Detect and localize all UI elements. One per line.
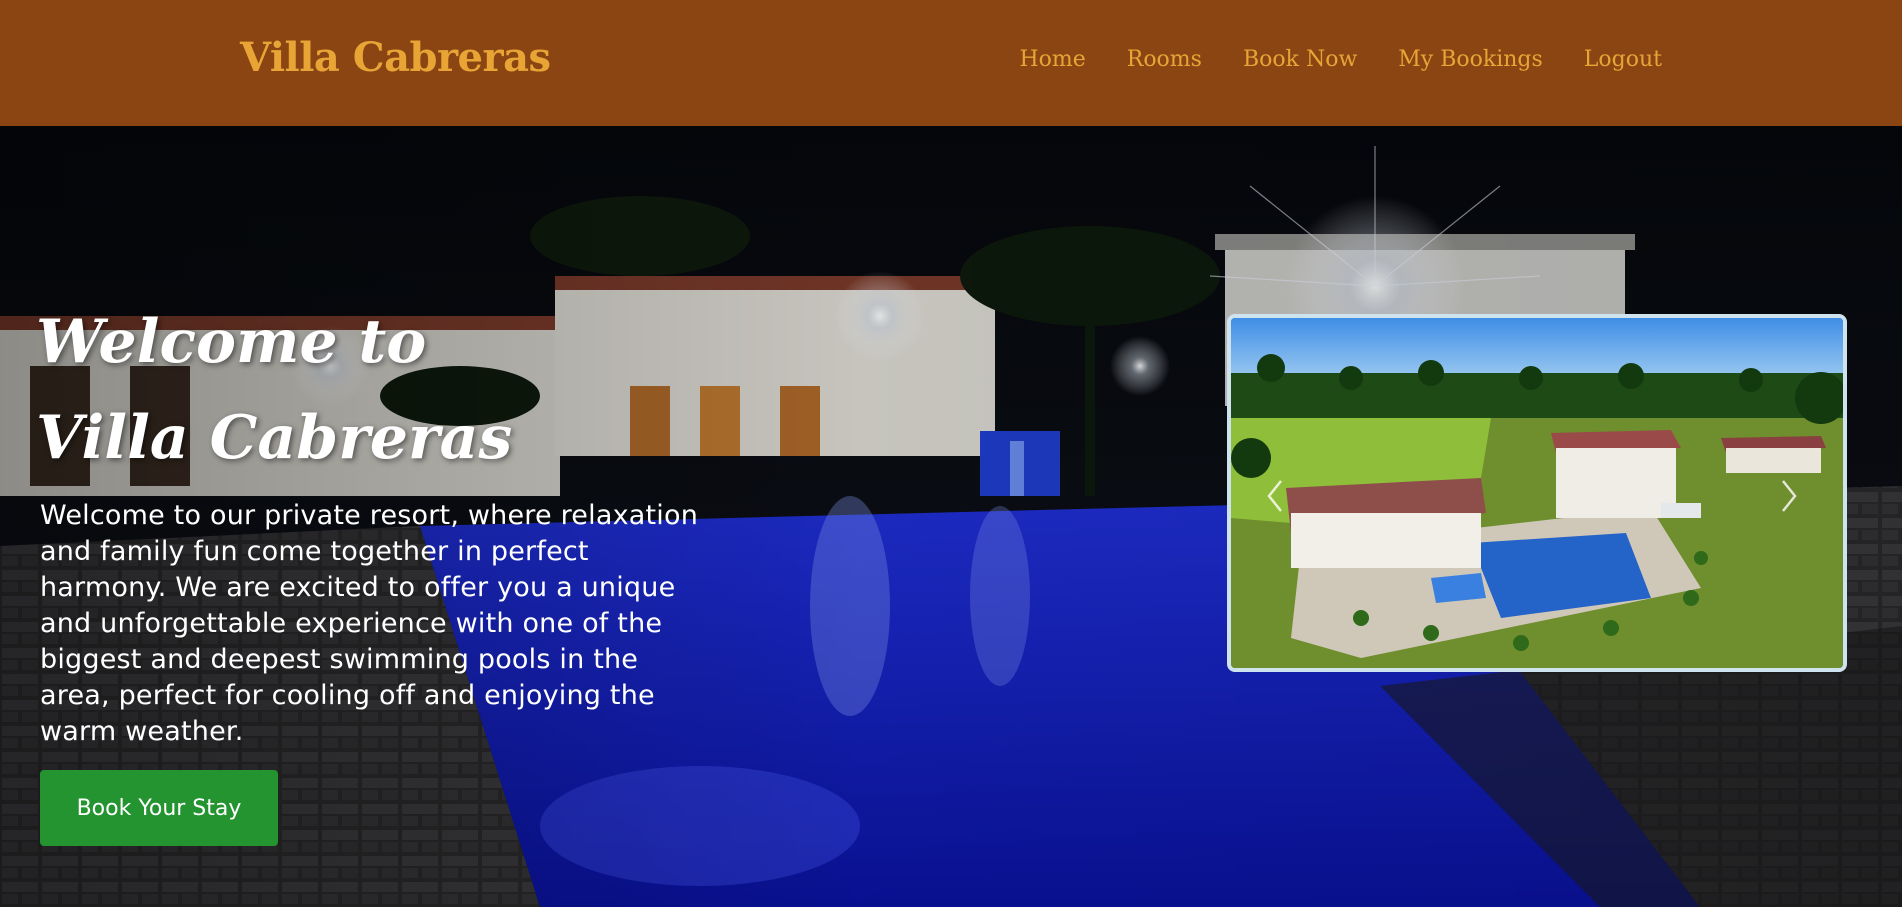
nav-link-home[interactable]: Home [1019,47,1085,72]
hero-description: Welcome to our private resort, where rel… [40,500,699,747]
book-your-stay-button[interactable]: Book Your Stay [40,770,278,846]
chevron-right-icon [1782,480,1797,512]
image-carousel[interactable] [1227,314,1847,672]
carousel-next-button[interactable] [1779,478,1809,518]
nav-link-rooms[interactable]: Rooms [1127,47,1202,72]
resort-aerial-photo [1231,318,1843,668]
navbar: Villa Cabreras Home Rooms Book Now My Bo… [0,0,1902,126]
hero-section: Welcome to Villa Cabreras Welcome to our… [0,126,1902,907]
nav-link-book-now[interactable]: Book Now [1243,47,1357,72]
nav-link-my-bookings[interactable]: My Bookings [1398,47,1543,72]
carousel-prev-button[interactable] [1265,478,1295,518]
chevron-left-icon [1267,480,1282,512]
hero-title: Welcome to Villa Cabreras [36,307,513,473]
nav-link-logout[interactable]: Logout [1584,47,1662,72]
brand-logo[interactable]: Villa Cabreras [240,34,551,81]
nav-menu: Home Rooms Book Now My Bookings Logout [1019,47,1662,72]
